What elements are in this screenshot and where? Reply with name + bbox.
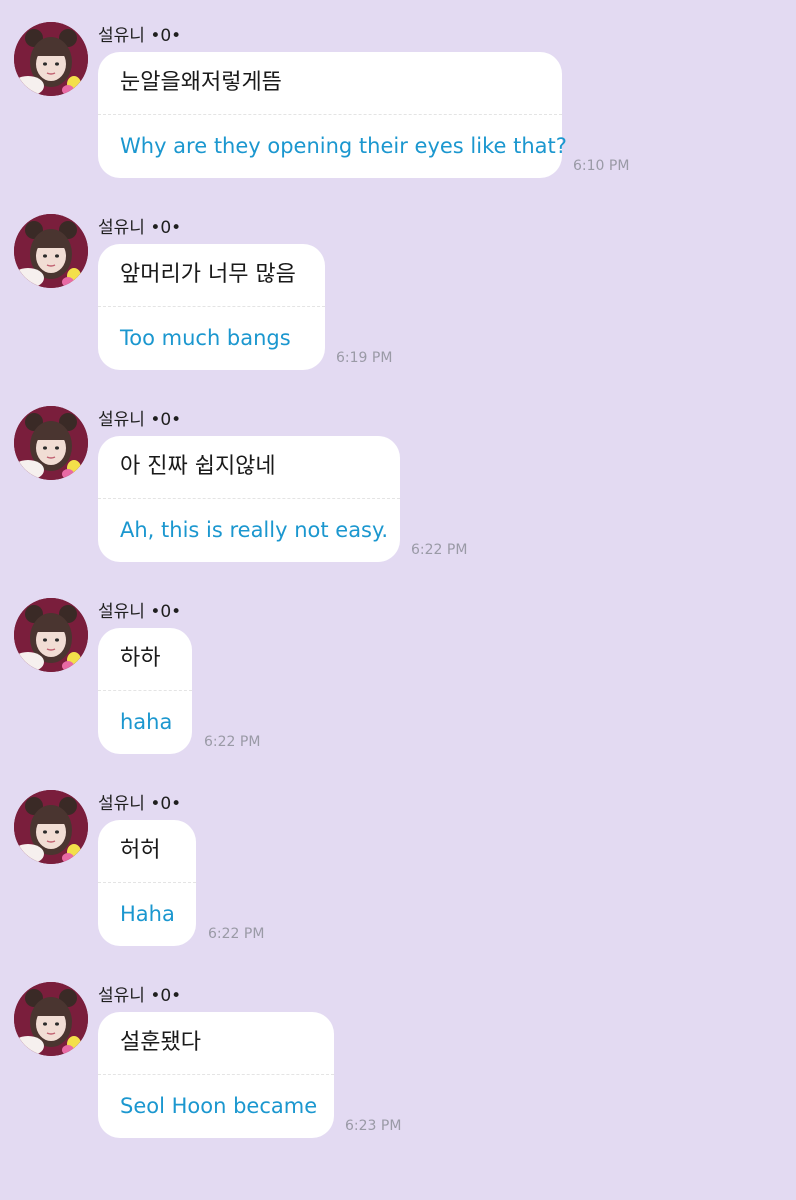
message-bubble[interactable]: 허허 Haha	[98, 820, 196, 946]
sender-name: 설유니 •0•	[98, 218, 182, 238]
avatar-photo-icon	[14, 214, 88, 288]
message-timestamp: 6:23 PM	[345, 1118, 402, 1134]
message-bubble[interactable]: 하하 haha	[98, 628, 192, 754]
message-timestamp: 6:19 PM	[336, 350, 393, 366]
message-timestamp: 6:22 PM	[208, 926, 265, 942]
translation-text: Seol Hoon became	[120, 1094, 318, 1118]
message-bubble[interactable]: 아 진짜 쉽지않네 Ah, this is really not easy.	[98, 436, 400, 562]
sender-avatar[interactable]	[14, 982, 88, 1056]
sender-avatar[interactable]	[14, 22, 88, 96]
message-timestamp: 6:10 PM	[573, 158, 630, 174]
chat-message: 설유니 •0• 허허 Haha 6:22 PM	[0, 790, 796, 980]
sender-avatar[interactable]	[14, 406, 88, 480]
message-bubble[interactable]: 눈알을왜저렇게뜸 Why are they opening their eyes…	[98, 52, 567, 178]
sender-name: 설유니 •0•	[98, 602, 182, 622]
chat-message: 설유니 •0• 앞머리가 너무 많음 Too much bangs 6:19 P…	[0, 214, 796, 404]
avatar-photo-icon	[14, 790, 88, 864]
translation-text: Ah, this is really not easy.	[120, 518, 389, 542]
original-text: 아 진짜 쉽지않네	[120, 454, 276, 479]
chat-message: 설유니 •0• 하하 haha 6:22 PM	[0, 598, 796, 788]
sender-avatar[interactable]	[14, 790, 88, 864]
message-bubble[interactable]: 앞머리가 너무 많음 Too much bangs	[98, 244, 325, 370]
chat-message-list: 설유니 •0• 눈알을왜저렇게뜸 Why are they opening th…	[0, 0, 796, 1200]
original-text: 하하	[120, 646, 161, 671]
translation-text: haha	[120, 710, 173, 734]
sender-avatar[interactable]	[14, 598, 88, 672]
translation-text: Haha	[120, 902, 175, 926]
sender-name: 설유니 •0•	[98, 794, 182, 814]
sender-name: 설유니 •0•	[98, 986, 182, 1006]
original-text: 눈알을왜저렇게뜸	[120, 70, 282, 95]
avatar-photo-icon	[14, 22, 88, 96]
original-text: 설훈됐다	[120, 1030, 201, 1055]
avatar-photo-icon	[14, 406, 88, 480]
message-timestamp: 6:22 PM	[411, 542, 468, 558]
sender-name: 설유니 •0•	[98, 26, 182, 46]
message-timestamp: 6:22 PM	[204, 734, 261, 750]
avatar-photo-icon	[14, 598, 88, 672]
chat-message: 설유니 •0• 눈알을왜저렇게뜸 Why are they opening th…	[0, 22, 796, 212]
message-bubble[interactable]: 설훈됐다 Seol Hoon became	[98, 1012, 334, 1138]
avatar-photo-icon	[14, 982, 88, 1056]
translation-text: Too much bangs	[120, 326, 291, 350]
original-text: 허허	[120, 838, 161, 863]
translation-text: Why are they opening their eyes like tha…	[120, 134, 567, 158]
chat-message: 설유니 •0• 설훈됐다 Seol Hoon became 6:23 PM	[0, 982, 796, 1172]
sender-name: 설유니 •0•	[98, 410, 182, 430]
chat-message: 설유니 •0• 아 진짜 쉽지않네 Ah, this is really not…	[0, 406, 796, 596]
sender-avatar[interactable]	[14, 214, 88, 288]
original-text: 앞머리가 너무 많음	[120, 262, 296, 287]
